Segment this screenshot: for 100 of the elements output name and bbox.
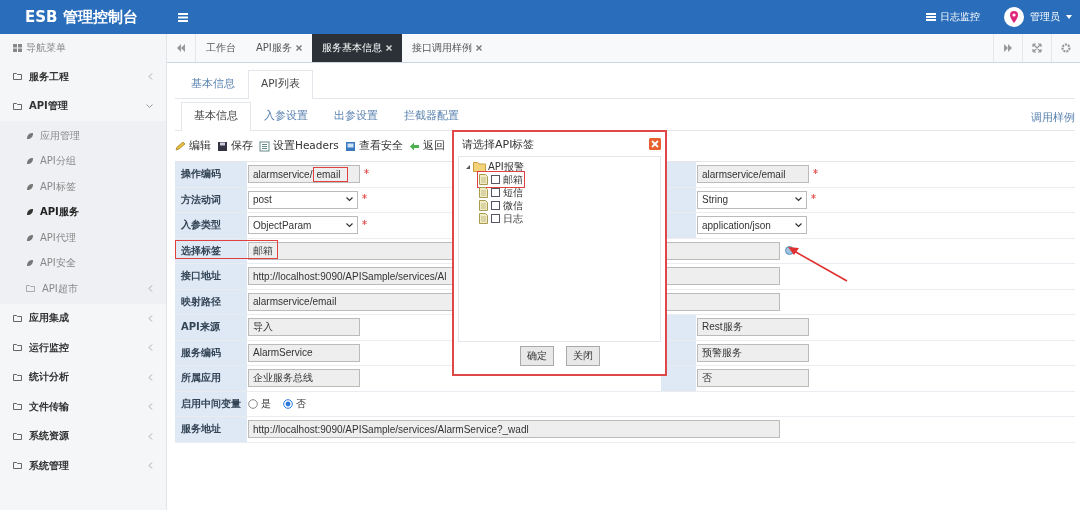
detail-tab[interactable]: 入参设置 [251,102,321,131]
select-field[interactable]: post [248,190,358,209]
chevron-left-icon [148,403,153,411]
file-icon [479,200,488,211]
file-icon [479,174,488,185]
file-icon [479,213,488,224]
field-label: 服务地址 [175,417,247,442]
tree-label[interactable]: 微信 [503,198,523,213]
menu-icon[interactable] [178,12,188,22]
detail-tab[interactable]: 出参设置 [321,102,391,131]
radio-option[interactable]: 否 [283,396,306,411]
toolbar-button[interactable]: 保存 [217,139,253,153]
field-label: 接口地址 [175,264,247,289]
section-tab[interactable]: API列表 [248,70,313,99]
chevron-down-icon [146,103,153,109]
input-field[interactable]: AlarmService [248,343,360,362]
sidebar-item[interactable]: API管理 [0,91,166,121]
chevron-left-icon [148,344,153,352]
header-link[interactable]: 日志监控 [926,10,980,24]
checkbox-icon[interactable] [491,214,500,223]
chevron-down-icon [346,197,353,203]
sidebar-item[interactable]: 服务工程 [0,62,166,92]
input-field[interactable]: Rest服务 [697,318,809,337]
tree-label[interactable]: 短信 [503,185,523,200]
select-field[interactable]: String [697,190,807,209]
input-field[interactable]: http://localhost:9090/APISample/services/AlarmService?_wadl [248,420,780,439]
input-field[interactable]: 否 [697,369,809,388]
window-icon [344,140,356,152]
page-tab[interactable]: 服务基本信息 [311,34,402,62]
folder-icon [13,343,23,353]
toolbar-button[interactable]: 设置Headers [259,139,339,153]
tree-label[interactable]: API报警 [488,159,524,174]
folder-icon [13,461,23,471]
toolbar-button[interactable]: 查看安全 [344,139,403,153]
checkbox-icon[interactable] [491,188,500,197]
list-icon [926,13,936,21]
page-tab[interactable]: 工作台 [196,34,246,62]
field-label: 映射路径 [175,289,247,314]
chevron-left-icon [148,73,153,81]
sidebar-item[interactable]: 系统管理 [0,451,166,481]
sidebar-item[interactable]: 运行监控 [0,333,166,363]
folder-icon [13,431,23,441]
page-tab[interactable]: API服务 [246,34,312,62]
section-tab[interactable]: 基本信息 [178,70,248,99]
dialog-title: 请选择API标签 [462,136,535,152]
field-label: 方法动词 [175,187,247,212]
chevron-left-icon [148,314,153,322]
close-icon[interactable] [475,45,482,51]
detail-tab[interactable]: 基本信息 [181,102,251,131]
sidebar-item[interactable]: 文件传输 [0,392,166,422]
input-field[interactable]: alarmservice/ email [248,165,360,184]
toolbar-button[interactable]: 编辑 [175,139,211,153]
folder-icon [13,313,23,323]
example-link[interactable]: 调用样例 [1031,110,1075,125]
sidebar-item[interactable]: 应用集成 [0,303,166,333]
select-field[interactable]: application/json [697,216,807,235]
chevron-down-icon [346,222,353,228]
folder-icon [13,101,23,111]
expanded-triangle-icon[interactable] [465,163,471,170]
sidebar-item[interactable]: 系统资源 [0,421,166,451]
checkbox-icon[interactable] [491,175,500,184]
chevron-down-icon [795,197,802,203]
page-tab[interactable]: 接口调用样例 [401,34,492,62]
sidebar-item[interactable]: 统计分析 [0,362,166,392]
input-field[interactable]: 预警服务 [697,343,809,362]
field-label: 服务编码 [175,340,247,365]
field-label: 启用中间变量 [175,391,247,416]
list-icon [259,140,270,152]
leaf-icon [26,182,34,191]
leaf-icon [26,208,34,217]
folder-icon [13,72,23,82]
input-field[interactable]: 企业服务总线 [248,369,360,388]
header-link-label: 日志监控 [940,10,980,24]
floppy-icon [217,140,228,152]
detail-tab[interactable]: 拦截器配置 [391,102,472,131]
chevron-down-icon [795,222,802,228]
toolbar-button[interactable]: 返回 [408,139,445,153]
sidebar-heading: 导航菜单 [26,41,66,55]
app-title: ESB 管理控制台 [24,7,139,27]
radio-option[interactable]: 是 [248,396,271,411]
select-field[interactable]: ObjectParam [248,216,358,235]
user-menu[interactable]: 管理员 [1030,10,1060,24]
field-label: 操作编码 [175,162,247,187]
tree-label[interactable]: 邮箱 [503,172,523,187]
checkbox-icon[interactable] [491,201,500,210]
folder-icon [26,284,36,294]
field-label: 所属应用 [175,366,247,391]
grid-icon [13,44,22,52]
file-icon [479,187,488,198]
field-label: 入参类型 [175,213,247,238]
tree-label[interactable]: 日志 [503,211,523,226]
chevron-left-icon [148,285,153,293]
leaf-icon [26,131,34,140]
caret-icon [1066,15,1072,19]
dialog-button[interactable]: 关闭 [565,346,600,366]
dialog-button[interactable]: 确定 [519,346,554,366]
input-field[interactable]: 导入 [248,318,360,337]
input-field[interactable]: alarmservice/email [697,165,809,184]
close-icon[interactable] [295,45,302,51]
sidebar-subitem[interactable]: API服务 [0,199,166,225]
